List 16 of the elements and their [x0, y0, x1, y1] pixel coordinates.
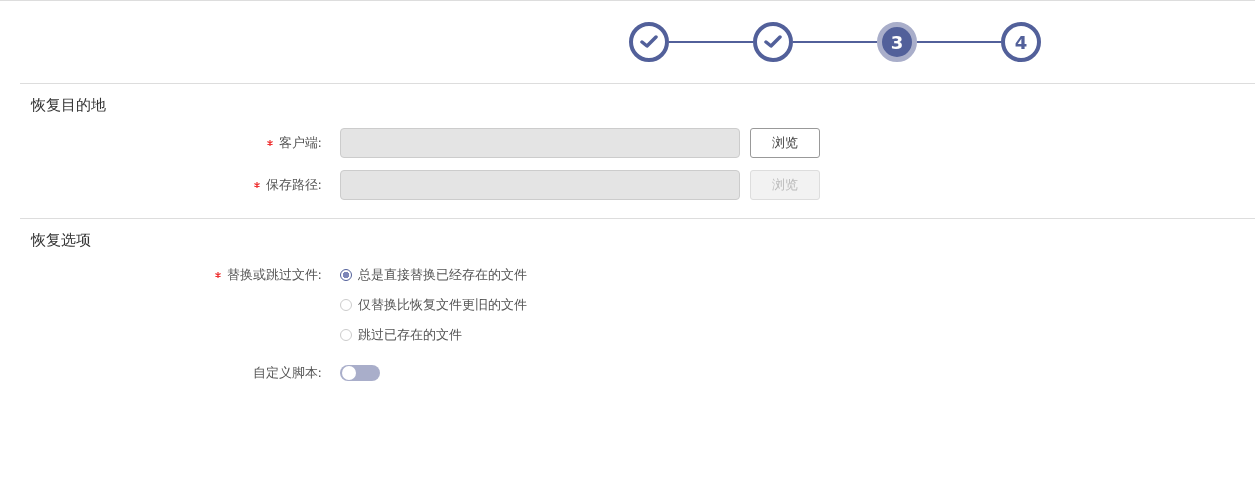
step-number: 3 [890, 31, 904, 53]
field-label: 客户端: [278, 134, 322, 152]
browse-button[interactable]: 浏览 [750, 128, 820, 158]
radio-label[interactable]: 总是直接替换已经存在的文件 [358, 266, 527, 284]
radio-button[interactable] [340, 269, 352, 281]
field-label: 自定义脚本: [252, 364, 322, 382]
field-label: 保存路径: [265, 176, 322, 194]
toggle-switch[interactable] [340, 365, 380, 381]
section-title: 恢复目的地 [29, 95, 107, 116]
radio-label[interactable]: 跳过已存在的文件 [358, 326, 462, 344]
check-icon [640, 35, 658, 49]
field-label: 替换或跳过文件: [226, 266, 322, 284]
check-icon [764, 35, 782, 49]
step-number: 4 [1014, 31, 1028, 53]
section-title: 恢复选项 [29, 230, 92, 251]
radio-label[interactable]: 仅替换比恢复文件更旧的文件 [358, 296, 527, 314]
